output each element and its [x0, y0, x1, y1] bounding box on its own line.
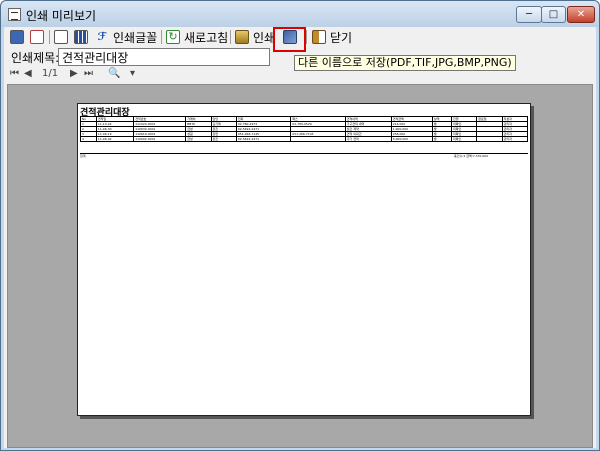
table-cell — [290, 136, 346, 142]
app-icon — [8, 8, 21, 21]
report-page: 견적관리대장 No 견적일 견적번호 거래처 담당 전화 팩스 견적내역 견적금액 상태 진행 완료일… — [77, 103, 531, 416]
print-label: 인쇄 — [253, 30, 276, 45]
toolbar-separator — [306, 30, 307, 44]
preview-area[interactable]: 견적관리대장 No 견적일 견적번호 거래처 담당 전화 팩스 견적내역 견적금액 상태 진행 완료일… — [7, 84, 593, 448]
table-cell: 발 — [431, 136, 452, 142]
next-page-button[interactable]: ▶ — [70, 68, 78, 79]
toolbar: ℱ 인쇄글꼴 ↻ 새로고침 인쇄 닫기 — [4, 27, 596, 52]
pages-icon — [30, 30, 44, 44]
refresh-button[interactable]: ↻ 새로고침 — [166, 28, 228, 46]
grid-button[interactable] — [74, 28, 88, 46]
font-icon: ℱ — [97, 30, 107, 43]
book-view-button[interactable] — [10, 28, 24, 46]
print-font-label: 인쇄글꼴 — [113, 30, 158, 45]
report-table: No 견적일 견적번호 거래처 담당 전화 팩스 견적내역 견적금액 상태 진행 완료일 작성자 1 11… — [80, 116, 529, 142]
zoom-icon[interactable]: 🔍 — [108, 68, 120, 79]
table-cell: 02-5492-2471 — [235, 136, 292, 142]
client-area: ℱ 인쇄글꼴 ↻ 새로고침 인쇄 닫기 다른 이름으로 저장(PDF,TIF,J… — [4, 27, 596, 448]
book-icon — [10, 30, 24, 44]
report-rows: 1 11-10-24 111024-0001 BBTK 김기택 02-780-2973 02… — [80, 121, 529, 142]
first-page-button[interactable]: ⏮ — [10, 68, 19, 79]
print-font-button[interactable]: ℱ 인쇄글꼴 — [95, 28, 158, 46]
table-cell: 관리자 — [501, 136, 529, 142]
exit-door-icon — [312, 30, 326, 44]
toolbar-separator — [230, 30, 231, 44]
page-indicator: 1/1 — [42, 68, 59, 79]
last-page-button[interactable]: ⏭ — [84, 68, 93, 79]
title-bar[interactable]: 인쇄 미리보기 ─ □ ✕ — [1, 1, 599, 27]
table-cell: 5,000,000 — [390, 136, 433, 142]
table-row: 3 11-06-19 110619-0001 성림 장현 051-266-7145 051-… — [80, 131, 529, 137]
print-title-input[interactable] — [58, 48, 270, 66]
save-as-tooltip: 다른 이름으로 저장(PDF,TIF,JPG,BMP,PNG) — [294, 55, 516, 71]
total-value: 총건수:4 금액:7,370,000 — [454, 154, 488, 158]
print-preview-window: 인쇄 미리보기 ─ □ ✕ ℱ 인쇄글꼴 ↻ 새로고침 인쇄 닫기 다른 이름으… — [0, 0, 600, 451]
table-cell — [476, 136, 503, 142]
print-button[interactable]: 인쇄 — [235, 28, 275, 46]
maximize-button[interactable]: □ — [541, 6, 566, 23]
page-view-button[interactable] — [30, 28, 44, 46]
table-cell: 미확인 — [450, 136, 478, 142]
table-cell: 11-06-02 — [95, 136, 135, 142]
window-title: 인쇄 미리보기 — [26, 9, 97, 23]
table-cell: 장진 — [210, 136, 237, 142]
layout-icon — [54, 30, 68, 44]
prev-page-button[interactable]: ◀ — [24, 68, 32, 79]
toolbar-separator — [49, 30, 50, 44]
table-row: 4 11-06-02 110602-0001 금성 장진 02-5492-2471 추가 견… — [80, 136, 529, 142]
table-cell: 110602-0001 — [133, 136, 187, 142]
close-label: 닫기 — [330, 30, 353, 45]
refresh-label: 새로고침 — [184, 30, 229, 45]
table-cell: 금성 — [185, 136, 212, 142]
refresh-icon: ↻ — [166, 30, 180, 44]
table-row: 1 11-10-24 111024-0001 BBTK 김기택 02-780-2973 02… — [80, 121, 529, 127]
toolbar-separator — [161, 30, 162, 44]
grid-icon — [74, 30, 88, 44]
total-label: 합계 — [80, 154, 86, 158]
layout-button[interactable] — [54, 28, 68, 46]
zoom-dropdown[interactable]: ▾ — [130, 68, 135, 79]
close-window-button[interactable]: ✕ — [567, 6, 595, 23]
report-total: 합계 총건수:4 금액:7,370,000 — [80, 153, 528, 158]
table-cell: 4 — [80, 136, 97, 142]
minimize-button[interactable]: ─ — [516, 6, 542, 23]
table-cell: 추가 견적 — [344, 136, 392, 142]
close-button[interactable]: 닫기 — [312, 28, 352, 46]
print-title-label: 인쇄제목: — [11, 51, 60, 65]
printer-icon — [235, 30, 249, 44]
